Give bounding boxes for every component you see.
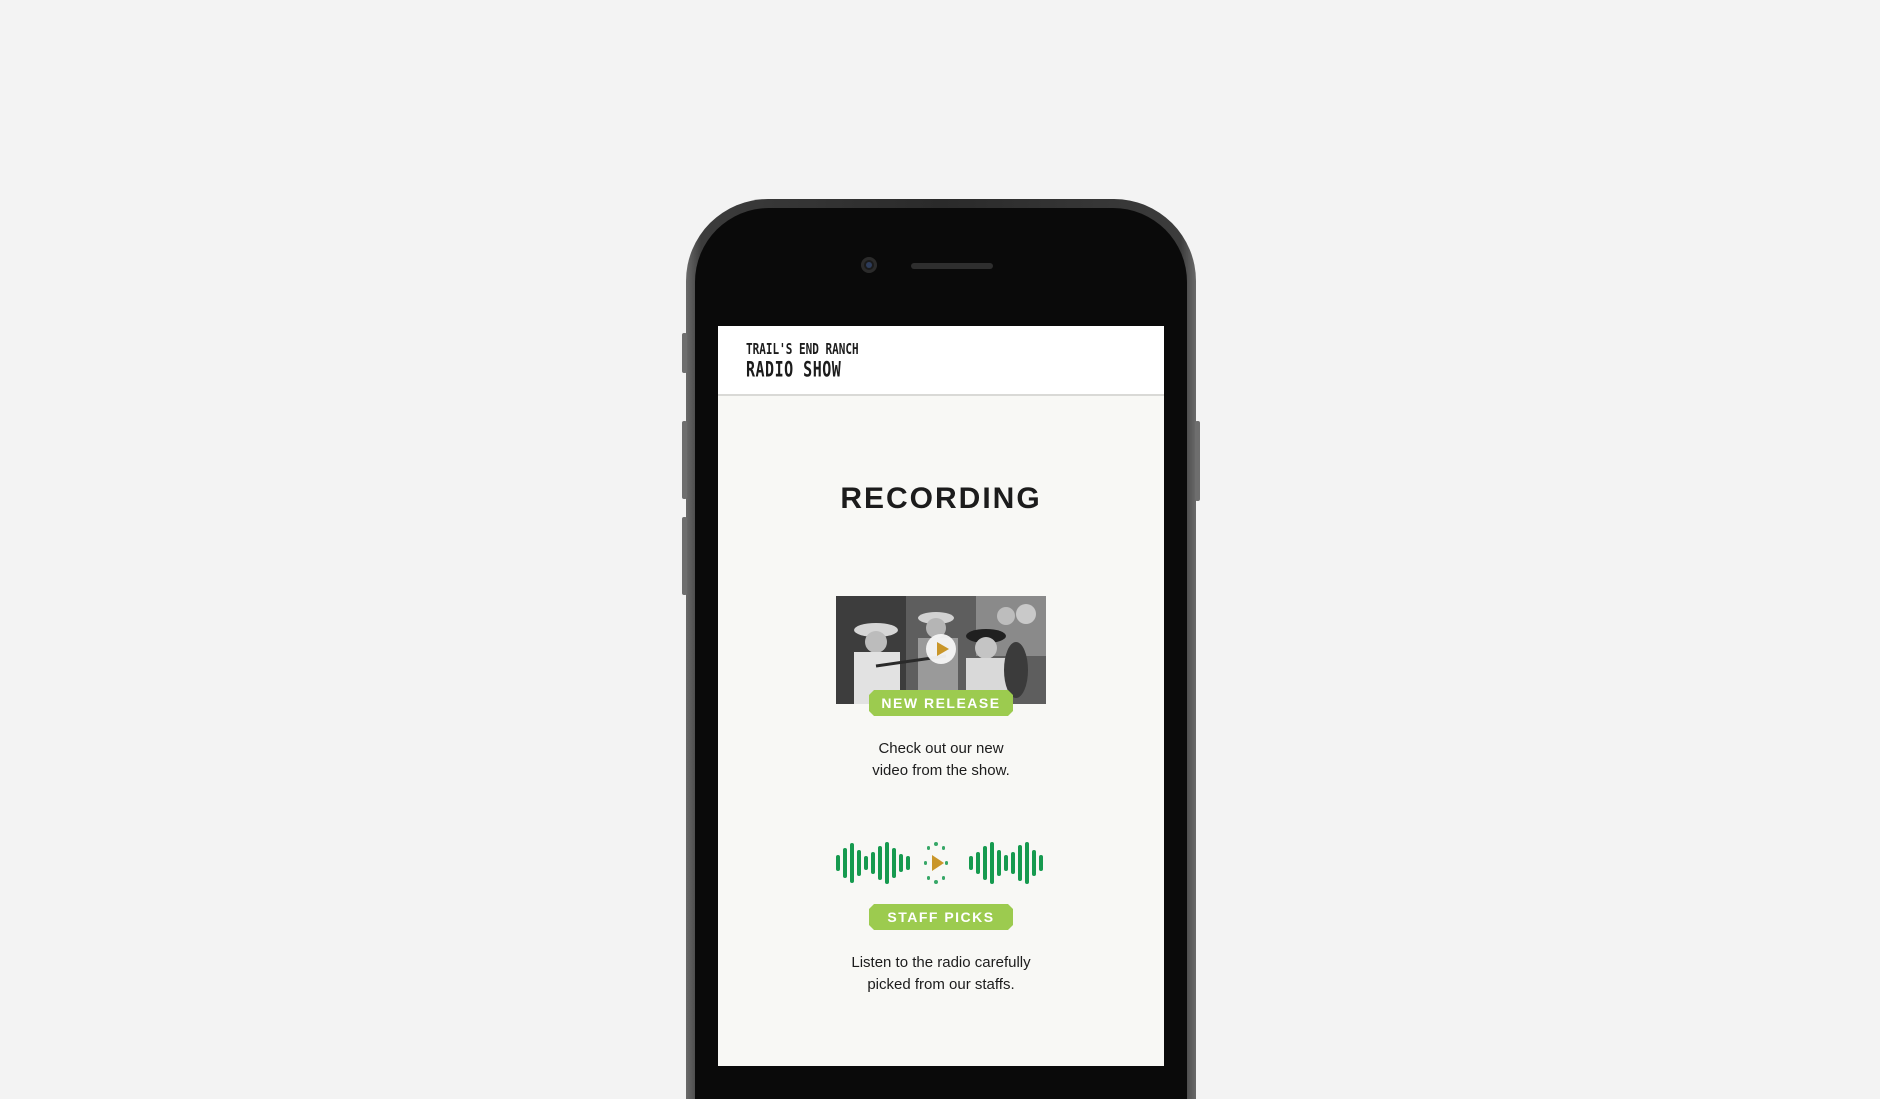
staff-picks-description: Listen to the radio carefully picked fro… <box>718 952 1164 996</box>
play-icon[interactable] <box>932 855 944 871</box>
volume-down-button <box>682 517 687 595</box>
description-line: Listen to the radio carefully <box>851 954 1031 971</box>
play-icon[interactable] <box>926 634 956 664</box>
description-line: video from the show. <box>872 762 1010 779</box>
logo-line-2: RADIO SHOW <box>746 356 842 383</box>
new-release-description: Check out our new video from the show. <box>718 738 1164 782</box>
volume-up-button <box>682 421 687 499</box>
staff-picks-badge: STAFF PICKS <box>869 904 1013 930</box>
app-header: TRAIL'S END RANCH RADIO SHOW <box>718 326 1164 396</box>
audio-waveform-icon[interactable] <box>836 842 1046 884</box>
page-title: RECORDING <box>840 482 1042 515</box>
description-line: Check out our new <box>878 740 1004 757</box>
front-camera <box>861 257 877 273</box>
logo-line-1: TRAIL'S END RANCH <box>746 340 859 359</box>
new-release-badge: NEW RELEASE <box>869 690 1013 716</box>
video-thumbnail[interactable] <box>836 596 1046 704</box>
mute-switch <box>682 333 687 373</box>
power-button <box>1195 421 1200 501</box>
description-line: picked from our staffs. <box>867 976 1015 993</box>
earpiece-speaker <box>911 263 993 269</box>
app-screen: TRAIL'S END RANCH RADIO SHOW RECORDING N… <box>718 326 1164 1066</box>
site-logo[interactable]: TRAIL'S END RANCH RADIO SHOW <box>746 340 859 380</box>
